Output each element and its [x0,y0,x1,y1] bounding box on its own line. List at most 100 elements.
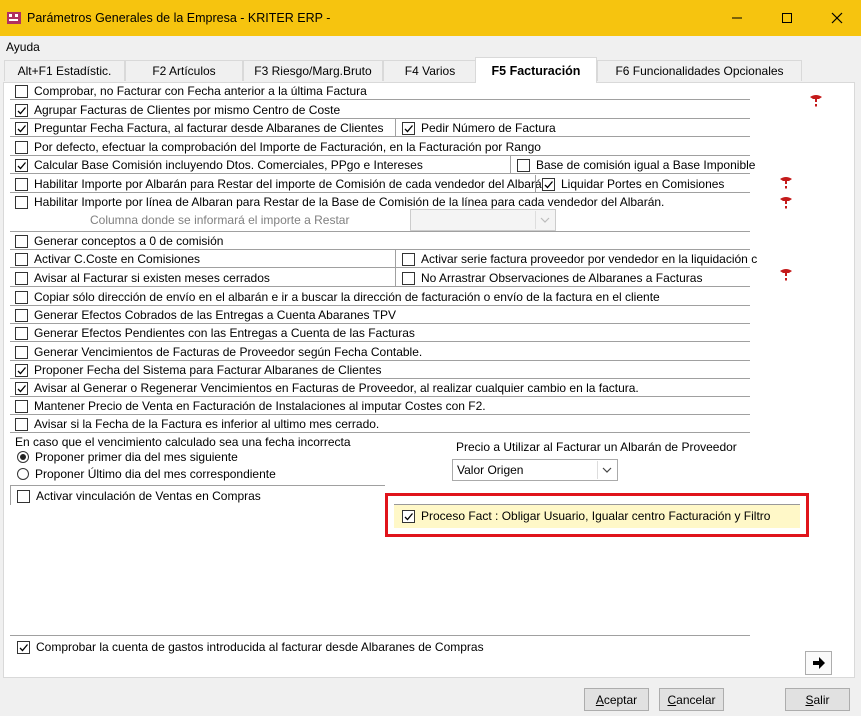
checkbox-checked[interactable] [15,158,28,172]
option-importe-albaran[interactable]: Habilitar Importe por Albarán para Resta… [15,176,548,192]
divider [10,155,750,156]
tab-funcionalidades[interactable]: F6 Funcionalidades Opcionales [597,60,802,81]
help-icon[interactable] [778,268,794,282]
option-no-arrastrar-observaciones[interactable]: No Arrastrar Observaciones de Albaranes … [402,270,702,286]
checkbox-checked[interactable] [402,121,415,135]
help-icon[interactable] [808,94,824,108]
checkbox-unchecked[interactable] [15,140,28,154]
checkbox-unchecked[interactable] [402,271,415,285]
option-vencimientos-proveedor[interactable]: Generar Vencimientos de Facturas de Prov… [15,344,422,360]
menu-ayuda[interactable]: Ayuda [6,40,40,54]
option-vinculacion-ventas[interactable]: Activar vinculación de Ventas en Compras [17,488,261,504]
option-base-comision-dtos[interactable]: Calcular Base Comisión incluyendo Dtos. … [15,157,423,173]
tab-estadisticas[interactable]: Alt+F1 Estadístic. [4,60,125,81]
option-efectos-pendientes[interactable]: Generar Efectos Pendientes con las Entre… [15,325,415,341]
checkbox-unchecked[interactable] [402,252,415,266]
checkbox-checked[interactable] [542,177,555,191]
option-conceptos-cero[interactable]: Generar conceptos a 0 de comisión [15,233,223,249]
option-agrupar-facturas[interactable]: Agrupar Facturas de Clientes por mismo C… [15,102,340,118]
checkbox-unchecked[interactable] [17,489,30,503]
checkbox-unchecked[interactable] [15,195,28,209]
divider [10,192,750,193]
divider [10,396,750,397]
minimize-icon [732,17,742,19]
checkbox-unchecked[interactable] [15,399,28,413]
option-comprobacion-importe[interactable]: Por defecto, efectuar la comprobación de… [15,139,541,155]
tab-varios[interactable]: F4 Varios [383,60,477,81]
tab-facturacion[interactable]: F5 Facturación [475,57,597,83]
radio-unselected[interactable] [17,468,29,480]
checkbox-unchecked[interactable] [15,308,28,322]
divider [10,360,750,361]
help-icon[interactable] [778,176,794,190]
radio-ultimo-dia[interactable]: Proponer Último dia del mes correspondie… [17,466,276,482]
cancel-button[interactable]: Cancelar [659,688,724,711]
option-serie-proveedor[interactable]: Activar serie factura proveedor por vend… [402,251,757,267]
next-button[interactable] [805,651,832,675]
option-cuenta-gastos[interactable]: Comprobar la cuenta de gastos introducid… [17,639,484,655]
maximize-icon [782,13,792,23]
option-liquidar-portes[interactable]: Liquidar Portes en Comisiones [542,176,724,192]
option-avisar-vencimientos[interactable]: Avisar al Generar o Regenerar Vencimient… [15,380,639,396]
divider [395,250,396,286]
column-label: Columna donde se informará el importe a … [90,213,350,227]
divider [10,485,385,486]
checkbox-unchecked[interactable] [15,234,28,248]
checkbox-unchecked[interactable] [15,345,28,359]
maximize-button[interactable] [764,0,810,36]
option-ccoste-comisiones[interactable]: Activar C.Coste en Comisiones [15,251,200,267]
checkbox-unchecked[interactable] [15,84,28,98]
divider [10,378,750,379]
checkbox-checked[interactable] [17,640,30,654]
checkbox-unchecked[interactable] [15,417,28,431]
divider [535,175,536,192]
exit-button[interactable]: Salir [785,688,850,711]
radio-primer-dia[interactable]: Proponer primer dia del mes siguiente [17,449,238,465]
column-select[interactable] [410,209,556,231]
checkbox-checked[interactable] [15,381,28,395]
option-copiar-direccion[interactable]: Copiar sólo dirección de envío en el alb… [15,289,660,305]
chevron-down-icon [597,461,616,479]
option-precio-instalaciones[interactable]: Mantener Precio de Venta en Facturación … [15,398,486,414]
checkmark-icon [404,124,413,132]
minimize-button[interactable] [714,0,760,36]
checkbox-unchecked[interactable] [15,252,28,266]
option-efectos-cobrados[interactable]: Generar Efectos Cobrados de las Entregas… [15,307,396,323]
arrow-right-icon [812,657,825,669]
checkbox-unchecked[interactable] [15,290,28,304]
checkmark-icon [17,106,26,114]
tab-riesgo[interactable]: F3 Riesgo/Marg.Bruto [243,60,383,81]
divider [395,119,396,136]
option-fecha-sistema[interactable]: Proponer Fecha del Sistema para Facturar… [15,362,382,378]
divider [10,99,750,100]
divider [510,156,511,173]
checkbox-unchecked[interactable] [517,158,530,172]
option-preguntar-fecha[interactable]: Preguntar Fecha Factura, al facturar des… [15,120,384,136]
option-fecha-inferior[interactable]: Avisar si la Fecha de la Factura es infe… [15,416,379,432]
checkbox-unchecked[interactable] [15,326,28,340]
highlight-box [385,493,809,537]
checkbox-unchecked[interactable] [15,271,28,285]
tab-articulos[interactable]: F2 Artículos [125,60,243,81]
checkbox-unchecked[interactable] [15,177,28,191]
divider [10,231,750,232]
divider [10,485,11,505]
checkbox-checked[interactable] [15,103,28,117]
option-base-imponible[interactable]: Base de comisión igual a Base Imponible [517,157,755,173]
checkmark-icon [17,384,26,392]
option-pedir-numero[interactable]: Pedir Número de Factura [402,120,556,136]
radio-selected[interactable] [17,451,29,463]
divider [10,286,750,287]
divider [10,118,750,119]
option-importe-linea[interactable]: Habilitar Importe por línea de Albaran p… [15,194,664,210]
option-meses-cerrados[interactable]: Avisar al Facturar si existen meses cerr… [15,270,270,286]
checkmark-icon [17,366,26,374]
precio-select[interactable]: Valor Origen [452,459,618,481]
checkbox-checked[interactable] [15,363,28,377]
checkmark-icon [17,124,26,132]
checkbox-checked[interactable] [15,121,28,135]
close-button[interactable] [814,0,860,36]
accept-button[interactable]: Aceptar [584,688,649,711]
help-icon[interactable] [778,196,794,210]
option-comprobar-fecha[interactable]: Comprobar, no Facturar con Fecha anterio… [15,83,367,99]
